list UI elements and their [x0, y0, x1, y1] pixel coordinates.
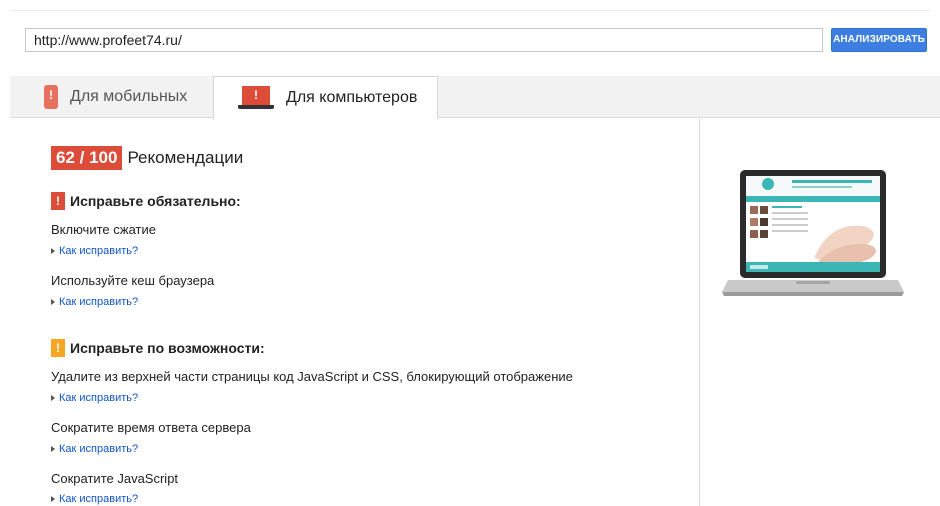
rule-title: Сократите JavaScript [51, 471, 179, 486]
laptop-warning-icon: ! [238, 86, 274, 110]
must-fix-heading: ! Исправьте обязательно: [51, 192, 241, 210]
warning-red-icon: ! [51, 192, 65, 210]
expand-triangle-icon [51, 395, 55, 401]
how-to-fix-link[interactable]: Как исправить? [51, 245, 138, 257]
expand-triangle-icon [51, 446, 55, 452]
how-to-fix-link[interactable]: Как исправить? [51, 392, 138, 404]
panel-divider [699, 118, 700, 506]
score-label: Рекомендации [127, 148, 244, 167]
score-badge: 62 / 100 [51, 146, 123, 170]
how-to-fix-link[interactable]: Как исправить? [51, 443, 138, 455]
consider-fix-heading-text: Исправьте по возможности: [70, 340, 265, 356]
analyze-button[interactable]: АНАЛИЗИРОВАТЬ [831, 28, 927, 52]
score-header: 62 / 100 Рекомендации [51, 146, 243, 170]
tab-desktop-label: Для компьютеров [286, 89, 418, 106]
rule-title: Удалите из верхней части страницы код Ja… [51, 369, 573, 384]
phone-warning-icon [44, 84, 58, 109]
tab-mobile[interactable]: Для мобильных [30, 76, 220, 117]
tab-mobile-label: Для мобильных [70, 87, 188, 105]
rule-title: Сократите время ответа сервера [51, 420, 251, 435]
how-to-fix-link[interactable]: Как исправить? [51, 296, 138, 308]
rule-title: Включите сжатие [51, 222, 156, 237]
url-input[interactable] [25, 28, 823, 52]
tab-desktop[interactable]: ! Для компьютеров [213, 76, 438, 119]
must-fix-heading-text: Исправьте обязательно: [70, 193, 241, 209]
top-divider [10, 10, 930, 11]
expand-triangle-icon [51, 248, 55, 254]
laptop-preview-image [722, 170, 904, 296]
how-to-fix-link[interactable]: Как исправить? [51, 493, 138, 505]
warning-orange-icon: ! [51, 339, 65, 357]
expand-triangle-icon [51, 299, 55, 305]
consider-fix-heading: ! Исправьте по возможности: [51, 339, 265, 357]
expand-triangle-icon [51, 496, 55, 502]
device-tabs: Для мобильных ! Для компьютеров [10, 76, 940, 119]
rule-title: Используйте кеш браузера [51, 273, 215, 288]
